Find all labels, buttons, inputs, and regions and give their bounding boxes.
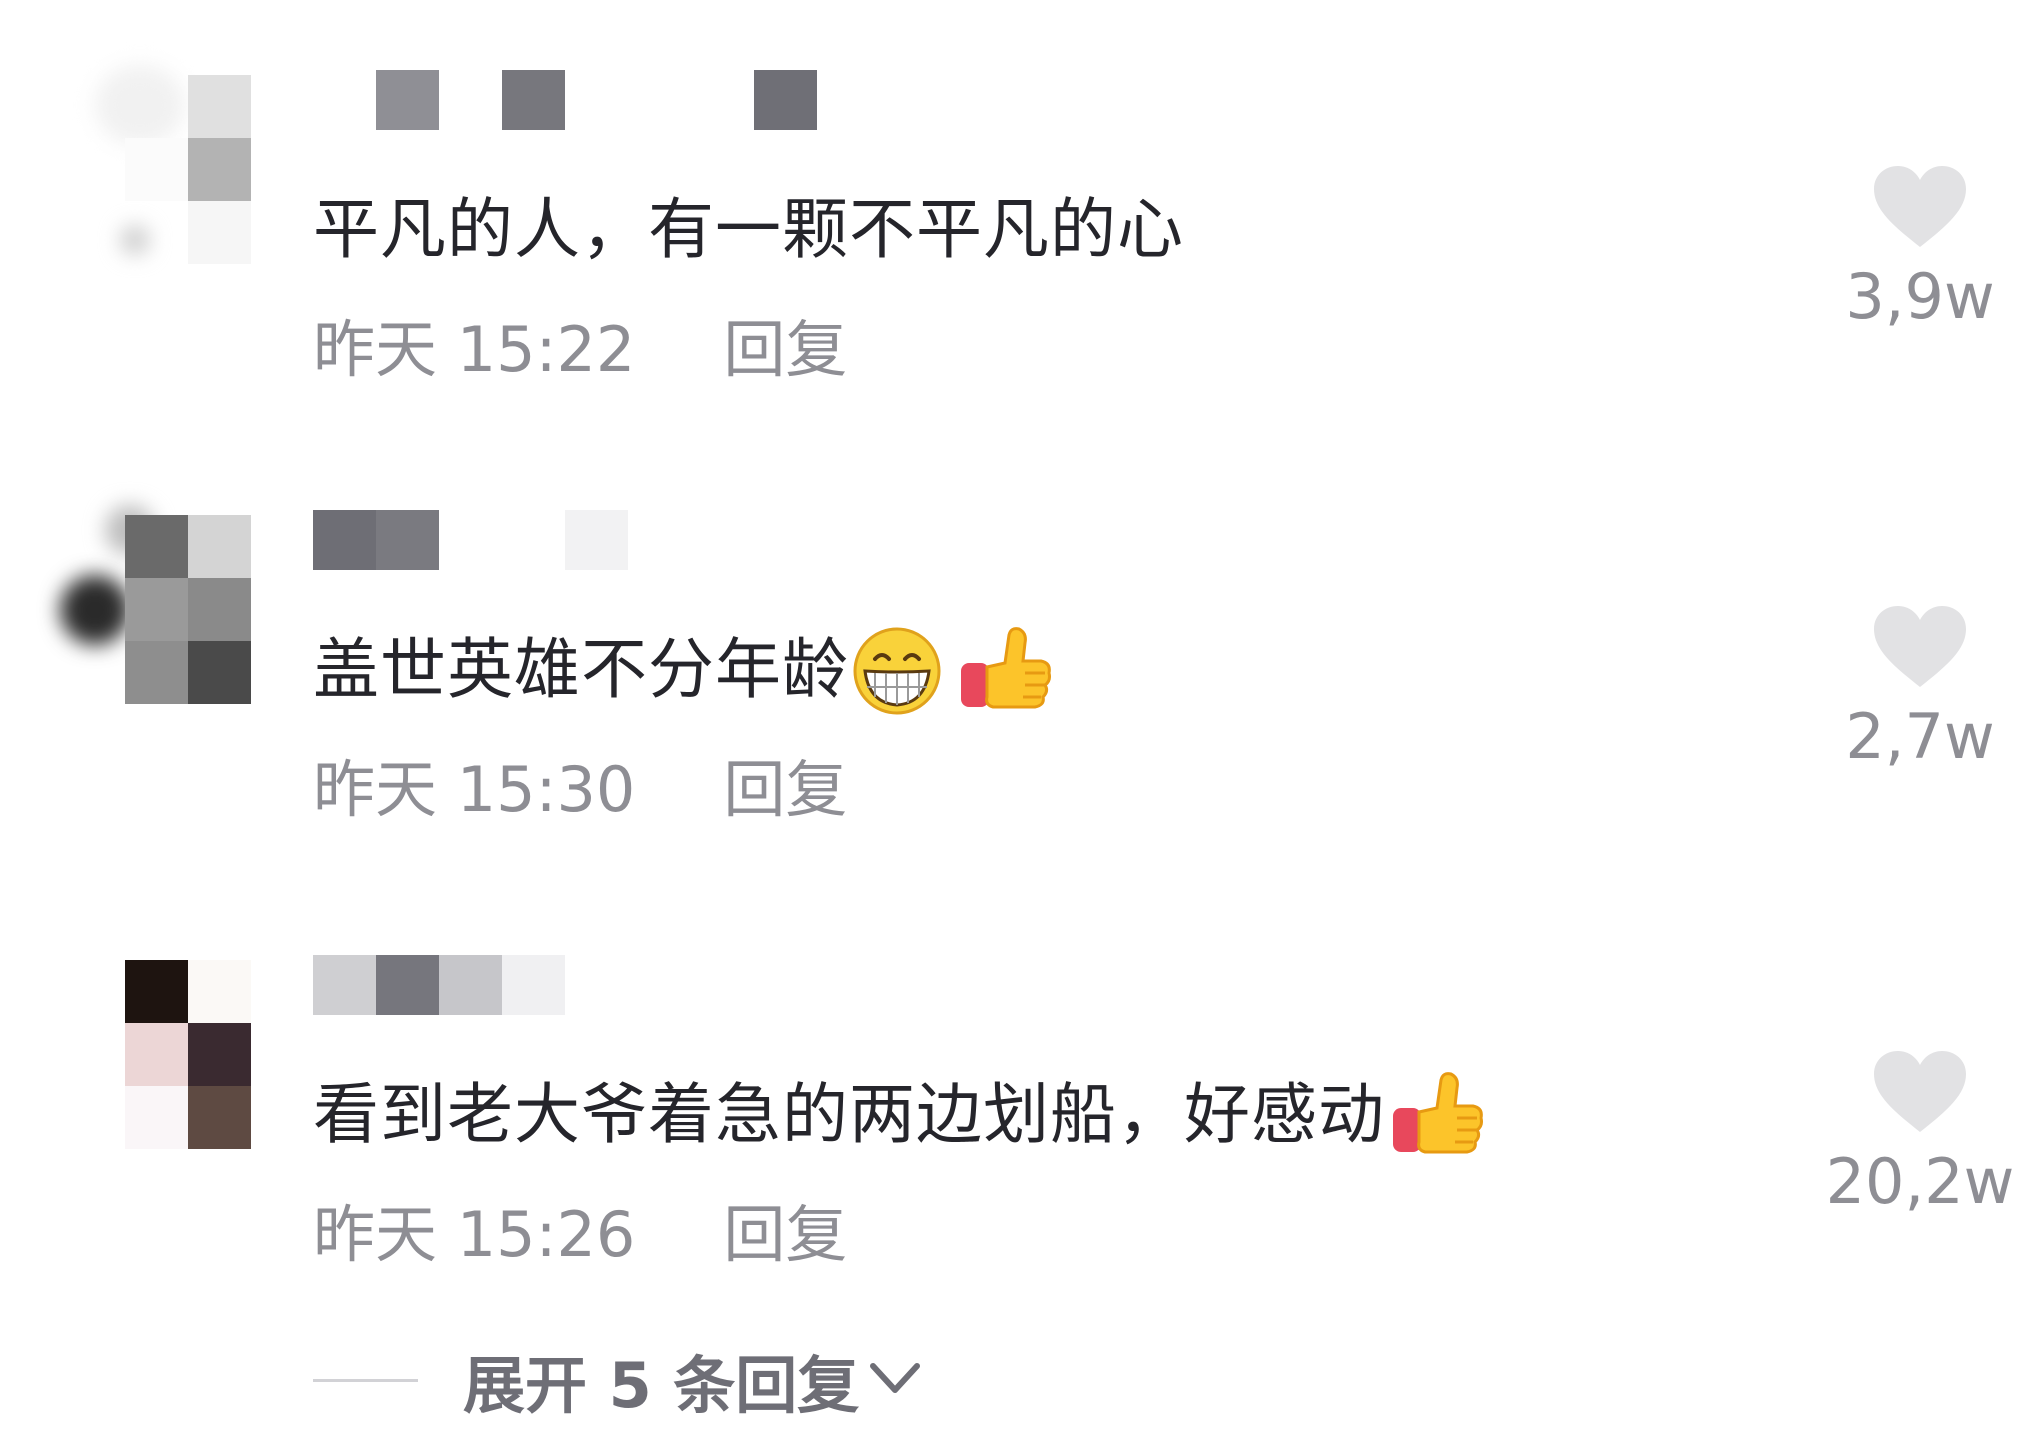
- like-button[interactable]: 3,9w: [1820, 165, 2020, 337]
- divider-line: [313, 1378, 418, 1382]
- like-count: 2,7w: [1845, 700, 1995, 773]
- expand-replies[interactable]: 展开 5 条回复: [313, 1335, 923, 1425]
- comment-item: 看到老大爷着急的两边划船，好感动 昨天 15:26 回复 20,2w: [0, 955, 2022, 1395]
- grinning-face-emoji: [849, 625, 953, 715]
- avatar[interactable]: [95, 65, 251, 270]
- username[interactable]: [313, 510, 833, 570]
- username[interactable]: [313, 955, 833, 1015]
- comment-text: 看到老大爷着急的两边划船，好感动: [313, 1070, 1489, 1160]
- like-button[interactable]: 20,2w: [1820, 1050, 2020, 1222]
- like-count: 3,9w: [1845, 260, 1995, 333]
- heart-icon[interactable]: [1872, 1050, 1968, 1134]
- comment-text: 平凡的人，有一颗不平凡的心: [313, 185, 1184, 275]
- comment-text: 盖世英雄不分年龄: [313, 625, 1057, 715]
- comment-item: 盖世英雄不分年龄 昨天 15:30 回复 2,7w: [0, 505, 2022, 950]
- comment-item: 平凡的人，有一颗不平凡的心 昨天 15:22 回复 3,9w: [0, 65, 2022, 510]
- comment-text-content: 平凡的人，有一颗不平凡的心: [313, 191, 1184, 268]
- like-button[interactable]: 2,7w: [1820, 605, 2020, 777]
- avatar[interactable]: [125, 960, 251, 1155]
- avatar[interactable]: [60, 505, 251, 710]
- reply-button[interactable]: 回复: [723, 753, 847, 826]
- username[interactable]: [313, 70, 833, 130]
- comment-time: 昨天 15:26: [313, 1198, 636, 1271]
- reply-button[interactable]: 回复: [723, 1198, 847, 1271]
- thumbs-up-emoji: [953, 625, 1057, 715]
- comment-time: 昨天 15:22: [313, 313, 636, 386]
- expand-replies-label[interactable]: 展开 5 条回复: [463, 1335, 859, 1425]
- comment-meta: 昨天 15:26 回复: [313, 1195, 847, 1275]
- reply-button[interactable]: 回复: [723, 313, 847, 386]
- comment-meta: 昨天 15:30 回复: [313, 750, 847, 830]
- comment-text-content: 盖世英雄不分年龄: [313, 631, 849, 708]
- thumbs-up-emoji: [1385, 1070, 1489, 1160]
- chevron-down-icon[interactable]: [867, 1358, 923, 1402]
- comment-time: 昨天 15:30: [313, 753, 636, 826]
- heart-icon[interactable]: [1872, 605, 1968, 689]
- comment-meta: 昨天 15:22 回复: [313, 310, 847, 390]
- like-count: 20,2w: [1825, 1145, 2015, 1218]
- comment-text-content: 看到老大爷着急的两边划船，好感动: [313, 1076, 1385, 1153]
- heart-icon[interactable]: [1872, 165, 1968, 249]
